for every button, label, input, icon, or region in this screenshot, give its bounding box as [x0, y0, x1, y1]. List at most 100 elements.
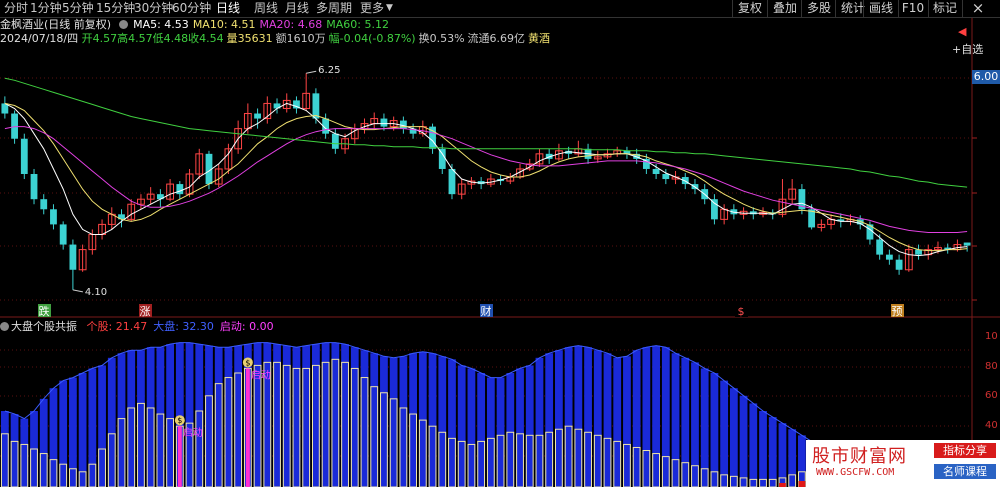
market-bar	[409, 353, 417, 487]
market-bar	[263, 342, 272, 487]
start-icon-glyph: $	[245, 358, 250, 367]
quote-stat: 量35631	[226, 32, 273, 45]
candle-body-down	[30, 174, 38, 200]
quote-stat: 低4.48	[152, 32, 189, 45]
toolbar-btn-1[interactable]: 叠加	[767, 0, 802, 17]
toolbar-btn-4[interactable]: 画线	[863, 0, 898, 17]
resonance-bar	[779, 483, 786, 487]
market-bar	[282, 345, 291, 487]
market-bar	[98, 365, 106, 487]
market-bar	[603, 353, 612, 487]
market-bar	[632, 350, 641, 487]
market-bar	[448, 359, 456, 487]
high-label: 6.25	[318, 65, 340, 76]
market-bar	[59, 380, 68, 487]
period-tab-2[interactable]: 5分钟	[62, 1, 94, 16]
candle-body-down	[312, 93, 320, 119]
market-bar	[39, 398, 48, 487]
market-bar	[127, 350, 136, 487]
period-tab-3[interactable]: 15分钟	[96, 1, 135, 16]
candle-body-down	[662, 174, 670, 180]
market-bar	[467, 368, 476, 487]
ma-line-ma60	[4, 77, 968, 188]
start-bar	[177, 426, 182, 487]
sub-axis-label: 60	[985, 390, 998, 401]
candle-body-down	[711, 199, 718, 220]
period-tab-8[interactable]: 月线	[285, 1, 309, 16]
quote-stat: 黄酒	[528, 32, 551, 45]
market-bar	[224, 347, 233, 487]
market-bar	[496, 377, 505, 487]
market-bar	[613, 357, 622, 487]
period-tab-9[interactable]: 多周期	[316, 1, 352, 16]
market-bar	[234, 345, 243, 487]
watermark-logo: 股市财富网 WWW.GSCFW.COM 指标分享 名师课程	[806, 440, 1000, 487]
toolbar-btn-6[interactable]: 标记	[928, 0, 961, 17]
period-tab-4[interactable]: 30分钟	[134, 1, 173, 16]
toolbar-btn-5[interactable]: F10	[898, 0, 927, 17]
market-bar	[253, 342, 262, 487]
ma-value-ma60: MA60: 5.12	[326, 18, 389, 31]
period-tab-5[interactable]: 60分钟	[172, 1, 211, 16]
market-bar	[457, 365, 466, 487]
period-tab-1[interactable]: 1分钟	[30, 1, 62, 16]
market-bar	[642, 347, 651, 487]
market-bar	[486, 377, 495, 487]
candle-body-down	[915, 249, 922, 255]
market-bar	[341, 344, 349, 487]
market-bar	[389, 357, 398, 487]
period-tab-6[interactable]: 日线	[216, 1, 240, 16]
info-bar-ma: 金枫酒业(日线 前复权) MA5: 4.53 MA10: 4.51 MA20: 4.…	[0, 18, 393, 32]
collapse-icon[interactable]: ◀	[958, 25, 966, 38]
event-marker: 预	[892, 305, 903, 318]
market-bar	[88, 368, 97, 487]
stock-name: 金枫酒业(日线 前复权)	[0, 18, 112, 31]
market-bar	[185, 342, 194, 487]
indicator-share-badge[interactable]: 指标分享	[934, 443, 996, 458]
sub-indicator-value: 个股: 21.47	[86, 320, 148, 333]
period-tab-0[interactable]: 分时	[4, 1, 28, 16]
market-bar	[516, 368, 524, 487]
more-dropdown-icon[interactable]: ▼	[386, 1, 393, 16]
dropdown-icon[interactable]	[118, 20, 128, 29]
close-icon[interactable]: ×	[962, 0, 993, 17]
market-bar	[399, 356, 408, 487]
ma-value-ma5: MA5: 4.53	[133, 18, 189, 31]
candle-body-down	[50, 209, 57, 225]
market-bar	[10, 414, 19, 487]
market-bar	[739, 395, 748, 487]
market-bar	[380, 356, 388, 487]
market-bar	[681, 357, 690, 487]
market-bar	[593, 350, 602, 487]
toolbar-btn-0[interactable]: 复权	[732, 0, 767, 17]
ma-line-ma10	[4, 102, 968, 252]
sub-indicator-title: 大盘个股共振 个股: 21.47 大盘: 32.30 启动: 0.00	[0, 320, 274, 334]
candle-body-down	[652, 168, 660, 174]
ma-line-ma5	[4, 102, 968, 257]
start-icon-glyph: $	[177, 416, 182, 425]
market-bar	[205, 345, 213, 487]
indicator-menu-icon[interactable]	[0, 322, 9, 331]
add-watch-button[interactable]: +自选	[952, 41, 983, 57]
market-bar	[710, 373, 719, 487]
market-bar	[273, 344, 281, 487]
info-bar-quote: 2024/07/18/四 开4.57高4.57低4.48收4.54 量35631 额…	[0, 32, 553, 46]
market-bar	[477, 373, 486, 487]
market-bar	[535, 357, 544, 487]
indicator-name: 大盘个股共振	[11, 320, 77, 333]
event-marker: $	[738, 305, 745, 318]
market-bar	[0, 411, 9, 487]
start-bar	[245, 368, 250, 487]
period-tab-10[interactable]: 更多	[360, 1, 384, 16]
market-bar	[525, 365, 534, 487]
market-bar	[428, 353, 437, 487]
toolbar-btn-2[interactable]: 多股	[801, 0, 836, 17]
event-marker: 涨	[140, 305, 151, 318]
course-badge[interactable]: 名师课程	[934, 464, 996, 479]
candle-body-down	[895, 259, 903, 270]
market-bar	[166, 344, 174, 487]
market-bar	[768, 417, 777, 487]
period-tab-7[interactable]: 周线	[254, 1, 278, 16]
start-label: 启动	[251, 368, 271, 381]
low-pointer	[72, 289, 83, 293]
